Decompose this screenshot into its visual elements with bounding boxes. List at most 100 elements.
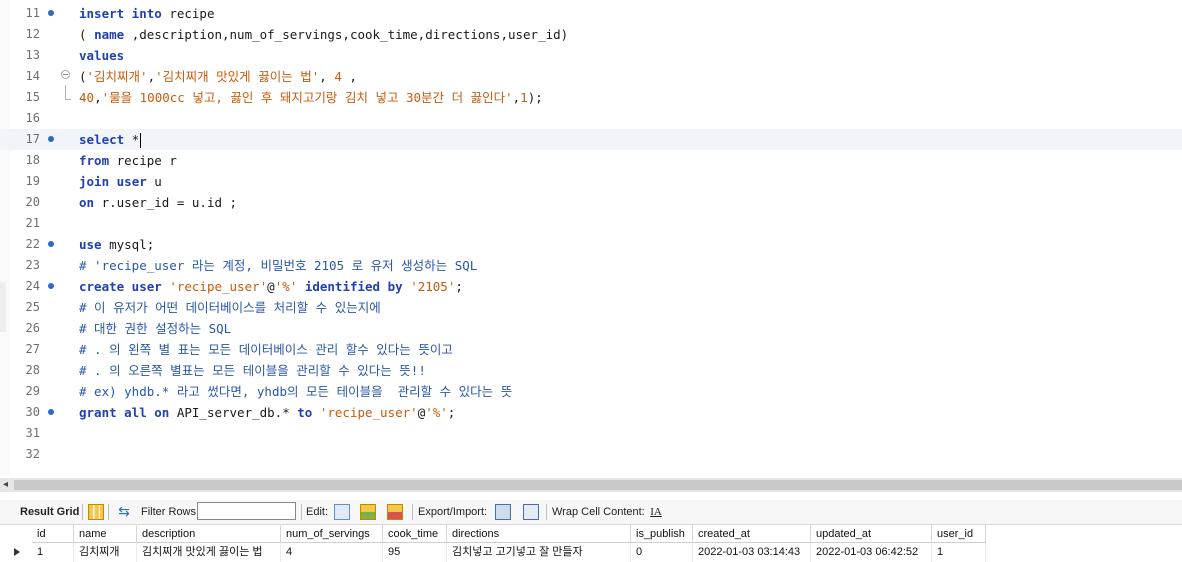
grid-view-icon[interactable] bbox=[88, 504, 104, 520]
code-token: * bbox=[124, 132, 140, 147]
grid-cell[interactable]: 95 bbox=[383, 543, 447, 562]
column-header-is-publish[interactable]: is_publish bbox=[631, 525, 693, 543]
column-header-updated-at[interactable]: updated_at bbox=[811, 525, 932, 543]
column-header-created-at[interactable]: created_at bbox=[693, 525, 811, 543]
code-token: 'recipe_user' bbox=[169, 279, 268, 294]
code-text: on r.user_id = u.id ; bbox=[79, 192, 237, 213]
column-header-name[interactable]: name bbox=[74, 525, 137, 543]
result-grid[interactable]: id name description num_of_servings cook_tim… bbox=[0, 525, 1182, 562]
code-line[interactable]: 26 # 대한 권한 설정하는 SQL bbox=[0, 318, 1182, 339]
line-number: 19 bbox=[25, 174, 40, 188]
code-line[interactable]: 15 40,'물을 1000cc 넣고, 끓인 후 돼지고기랑 김치 넣고 30분… bbox=[0, 87, 1182, 108]
code-text: from recipe r bbox=[79, 150, 177, 171]
filter-rows-input[interactable] bbox=[197, 502, 296, 520]
scrollbar-thumb[interactable] bbox=[14, 480, 1182, 490]
code-token: # . 의 왼쪽 별 표는 모든 데이터베이스 관리 할수 있다는 뜻이고 bbox=[79, 342, 453, 357]
code-line[interactable]: 17 select * bbox=[0, 129, 1182, 150]
statement-marker-icon bbox=[48, 409, 54, 415]
delete-row-icon[interactable] bbox=[387, 504, 403, 520]
line-number: 28 bbox=[25, 363, 40, 377]
line-number: 27 bbox=[25, 342, 40, 356]
code-token: '김치찌개 맛있게 끓이는 법' bbox=[155, 69, 320, 84]
code-line[interactable]: 21 bbox=[0, 213, 1182, 234]
sql-editor[interactable]: 11 insert into recipe 12 ( name ,descriptio… bbox=[0, 0, 1182, 476]
code-line[interactable]: 19 join user u bbox=[0, 171, 1182, 192]
code-line[interactable]: 30 grant all on API_server_db.* to 'recip… bbox=[0, 402, 1182, 423]
code-line[interactable]: 23 # 'recipe_user 라는 계정, 비밀번호 2105 로 유저 생… bbox=[0, 255, 1182, 276]
code-line[interactable]: 18 from recipe r bbox=[0, 150, 1182, 171]
code-line[interactable]: 31 bbox=[0, 423, 1182, 444]
statement-marker-icon bbox=[48, 283, 54, 289]
code-token: '2105' bbox=[410, 279, 456, 294]
code-line[interactable]: 29 # ex) yhdb.* 라고 썼다면, yhdb의 모든 테이블을 관리할… bbox=[0, 381, 1182, 402]
refresh-icon[interactable]: ⇆ bbox=[116, 504, 132, 520]
fold-toggle-icon[interactable] bbox=[61, 70, 70, 79]
code-line[interactable]: 12 ( name ,description,num_of_servings,co… bbox=[0, 24, 1182, 45]
code-text: create user 'recipe_user'@'%' identified… bbox=[79, 276, 463, 297]
code-token: '%' bbox=[274, 279, 298, 294]
code-text: ( name ,description,num_of_servings,cook… bbox=[79, 24, 568, 45]
code-line[interactable]: 32 bbox=[0, 444, 1182, 465]
code-token: 4 bbox=[334, 69, 342, 84]
code-token: join bbox=[79, 174, 110, 189]
code-text: # ex) yhdb.* 라고 썼다면, yhdb의 모든 테이블을 관리할 수… bbox=[79, 381, 512, 402]
wrap-cell-icon[interactable]: IA bbox=[648, 504, 664, 520]
code-token: ( bbox=[79, 27, 95, 42]
code-token: ; bbox=[447, 405, 456, 420]
code-token: '물을 1000cc 넣고, 끓인 후 돼지고기랑 김치 넣고 30분간 더 끓… bbox=[101, 90, 513, 105]
code-line[interactable]: 13 values bbox=[0, 45, 1182, 66]
column-header-cook-time[interactable]: cook_time bbox=[383, 525, 447, 543]
toolbar-separator bbox=[412, 504, 413, 520]
code-token: to bbox=[297, 405, 313, 420]
column-header-description[interactable]: description bbox=[137, 525, 281, 543]
code-line[interactable]: 27 # . 의 왼쪽 별 표는 모든 데이터베이스 관리 할수 있다는 뜻이고 bbox=[0, 339, 1182, 360]
code-line[interactable]: 16 bbox=[0, 108, 1182, 129]
grid-cell[interactable]: 2022-01-03 03:14:43 bbox=[693, 543, 811, 562]
code-line[interactable]: 28 # . 의 오른쪽 별표는 모든 테이블을 관리할 수 있다는 뜻!! bbox=[0, 360, 1182, 381]
column-header-directions[interactable]: directions bbox=[447, 525, 631, 543]
code-line[interactable]: 14 ('김치찌개','김치찌개 맛있게 끓이는 법', 4 , bbox=[0, 66, 1182, 87]
grid-cell[interactable]: 1 bbox=[32, 543, 74, 562]
grid-cell[interactable]: 김치찌개 맛있게 끓이는 법 bbox=[137, 543, 281, 562]
grid-cell[interactable]: 김치찌개 bbox=[74, 543, 137, 562]
line-number: 20 bbox=[25, 195, 40, 209]
export-icon[interactable] bbox=[495, 504, 511, 520]
code-line[interactable]: 24 create user 'recipe_user'@'%' identifi… bbox=[0, 276, 1182, 297]
editor-horizontal-scrollbar[interactable]: ◂ bbox=[0, 478, 1182, 492]
grid-cell[interactable]: 1 bbox=[932, 543, 986, 562]
code-token: 'recipe_user' bbox=[319, 405, 418, 420]
line-number: 11 bbox=[25, 6, 40, 20]
code-text: insert into recipe bbox=[79, 3, 214, 24]
code-text: 40,'물을 1000cc 넣고, 끓인 후 돼지고기랑 김치 넣고 30분간 … bbox=[79, 87, 543, 108]
grid-cell[interactable]: 0 bbox=[631, 543, 693, 562]
code-text: # 대한 권한 설정하는 SQL bbox=[79, 318, 231, 339]
edit-row-icon[interactable] bbox=[334, 504, 350, 520]
result-toolbar: Result Grid ⇆ Filter Rows: Edit: Export/… bbox=[0, 500, 1182, 525]
code-line[interactable]: 25 # 이 유저가 어떤 데이터베이스를 처리할 수 있는지에 bbox=[0, 297, 1182, 318]
grid-cell[interactable]: 2022-01-03 06:42:52 bbox=[811, 543, 932, 562]
line-number: 29 bbox=[25, 384, 40, 398]
code-line[interactable]: 22 use mysql; bbox=[0, 234, 1182, 255]
add-row-icon[interactable] bbox=[360, 504, 376, 520]
result-grid-tab[interactable]: Result Grid bbox=[20, 500, 79, 524]
code-token: 1 bbox=[520, 90, 528, 105]
code-token: user bbox=[116, 174, 147, 189]
code-token: # . 의 오른쪽 별표는 모든 테이블을 관리할 수 있다는 뜻!! bbox=[79, 363, 426, 378]
line-number: 16 bbox=[25, 111, 40, 125]
code-line[interactable]: 20 on r.user_id = u.id ; bbox=[0, 192, 1182, 213]
grid-cell[interactable]: 김치넣고 고기넣고 잘 만들자 bbox=[447, 543, 631, 562]
line-number: 32 bbox=[25, 447, 40, 461]
scroll-left-arrow-icon[interactable]: ◂ bbox=[3, 478, 8, 492]
line-number: 15 bbox=[25, 90, 40, 104]
code-line[interactable]: 11 insert into recipe bbox=[0, 3, 1182, 24]
grid-cell[interactable]: 4 bbox=[281, 543, 383, 562]
import-icon[interactable] bbox=[523, 504, 539, 520]
column-header-user-id[interactable]: user_id bbox=[932, 525, 986, 543]
edit-label: Edit: bbox=[306, 506, 329, 518]
column-header-id[interactable]: id bbox=[32, 525, 74, 543]
column-header-num-of-servings[interactable]: num_of_servings bbox=[281, 525, 383, 543]
code-token: name bbox=[94, 27, 125, 42]
code-text: ('김치찌개','김치찌개 맛있게 끓이는 법', 4 , bbox=[79, 66, 357, 87]
